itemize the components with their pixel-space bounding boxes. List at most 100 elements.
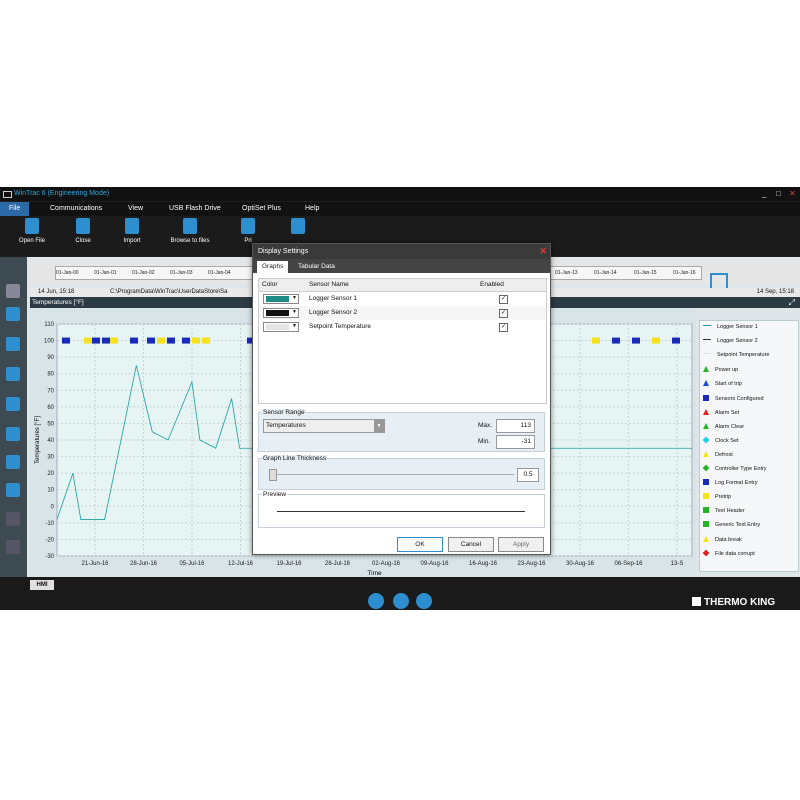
timeline-tick: 01-Jan-16 [673,270,696,276]
x-tick-label: 06-Sep-16 [614,561,643,567]
x-axis-label: Time [367,570,382,577]
legend-label: File data corrupt [715,550,755,557]
menu-view[interactable]: View [128,205,143,212]
y-tick-label: 30 [47,455,54,461]
thickness-slider-handle[interactable] [269,469,277,481]
enabled-checkbox[interactable]: ✓ [499,309,508,318]
color-picker[interactable]: ▼ [263,308,299,318]
legend-item: Log Format Entry [703,479,758,488]
legend-label: Alarm Set [715,409,740,416]
timeline-tick: 01-Jan-02 [132,270,155,276]
legend-label: Logger Sensor 1 [717,324,758,330]
thickness-slider-track[interactable] [269,474,514,475]
dialog-close-button[interactable]: ✕ [539,244,547,259]
file-path: C:\ProgramData\WinTrac\UserDataStore\Sa [110,289,228,295]
browse-files-button[interactable]: Browse to files [166,218,214,244]
thermometer-icon[interactable] [393,593,409,609]
x-tick-label: 30-Aug-16 [566,561,595,567]
legend-label: Defrost [715,451,733,458]
thickness-input[interactable]: 0.5 [517,468,539,482]
legend-item: Power up [703,366,738,375]
tab-graphs[interactable]: Graphs [257,261,289,273]
hmi-tab[interactable]: HMI [30,580,54,590]
color-picker[interactable]: ▼ [263,294,299,304]
menu-usb-flash-drive[interactable]: USB Flash Drive [169,205,221,212]
list-icon[interactable] [6,455,20,469]
legend-label: Setpoint Temperature [717,352,770,359]
tab-tabular-data[interactable]: Tabular Data [293,261,340,273]
minimize-button[interactable]: _ [762,189,766,198]
legend-label: Text Header [715,508,745,515]
import-button[interactable]: Import [117,218,147,244]
export-button[interactable] [288,218,308,238]
zoom-in-icon[interactable] [6,483,20,497]
calendar-icon[interactable] [6,337,20,351]
table-icon[interactable] [6,427,20,441]
legend-diamond-icon [702,464,710,472]
settings-icon[interactable] [6,367,20,381]
timeline-tick: 01-Jan-00 [56,270,79,276]
menu-communications[interactable]: Communications [50,205,102,212]
analytics-icon[interactable] [368,593,384,609]
dialog-title: Display Settings [258,248,309,255]
legend-label: Logger Sensor 2 [717,338,758,345]
menu-optiset-plus[interactable]: OptiSet Plus [242,205,281,212]
open-file-button[interactable]: Open File [17,218,47,244]
event-marker [672,337,680,344]
preview-label: Preview [262,491,288,498]
legend-item: Sensors Configured [703,394,764,404]
legend-label: Start of trip [715,381,742,388]
menu-file[interactable]: File [0,202,30,216]
legend-item: Alarm Clear [703,422,745,432]
apply-button[interactable]: Apply [498,537,544,552]
x-tick-label: 16-Aug-16 [469,561,498,567]
left-toolbar [0,257,27,577]
export-icon [291,218,305,234]
printer-icon[interactable] [6,397,20,411]
legend-item: Defrost [703,450,733,460]
maximize-button[interactable]: □ [776,189,781,198]
enabled-checkbox[interactable]: ✓ [499,295,508,304]
dropdown-arrow-icon: ▼ [292,295,297,301]
legend-label: Sensors Configured [715,395,764,402]
legend-item: Controller Type Entry [702,464,767,474]
x-tick-label: 13-S [671,561,684,567]
min-input[interactable]: -31 [496,435,535,449]
device-icon[interactable] [416,593,432,609]
ok-button[interactable]: OK [397,537,443,552]
event-marker [62,337,70,344]
print-button[interactable]: Pri [238,218,258,244]
app-title: WinTrac 6 (Engineering Mode) [14,190,110,197]
max-input[interactable]: 113 [496,419,535,433]
timeline-tick: 01-Jan-04 [208,270,231,276]
reset-icon[interactable] [6,540,20,554]
y-tick-label: 110 [44,322,54,328]
sensor-range-select[interactable]: Temperatures ▼ [263,419,385,433]
legend-label: Controller Type Entry [715,466,767,472]
pin-icon[interactable] [6,284,20,298]
legend-label: Alarm Clear [715,423,745,430]
legend-label: Pretrip [715,494,732,501]
brand-logo: THERMO KING [692,597,775,608]
legend-triangle-icon [703,408,709,415]
color-picker[interactable]: ▼ [263,322,299,332]
event-marker [157,337,165,344]
timeline-tick: 01-Jan-01 [94,270,117,276]
menu-help[interactable]: Help [305,205,319,212]
sensor-row: ▼ Logger Sensor 2 ✓ [259,306,546,320]
close-file-button[interactable]: Close [70,218,96,244]
report-icon[interactable] [6,307,20,321]
sensor-name: Setpoint Temperature [309,323,372,330]
close-file-icon [76,218,90,234]
col-enabled: Enabled [480,281,504,288]
zoom-out-icon[interactable] [6,512,20,526]
close-button[interactable]: ✕ [789,189,796,198]
expand-icon[interactable]: ⤢ [789,298,795,308]
enabled-checkbox[interactable]: ✓ [499,323,508,332]
y-tick-label: 0 [51,504,55,510]
legend-item: Generic Text Entry [703,521,760,530]
chevron-down-icon: ▼ [374,420,384,432]
event-marker [110,337,118,344]
timeline-tick: 01-Jan-03 [170,270,193,276]
cancel-button[interactable]: Cancel [448,537,494,552]
